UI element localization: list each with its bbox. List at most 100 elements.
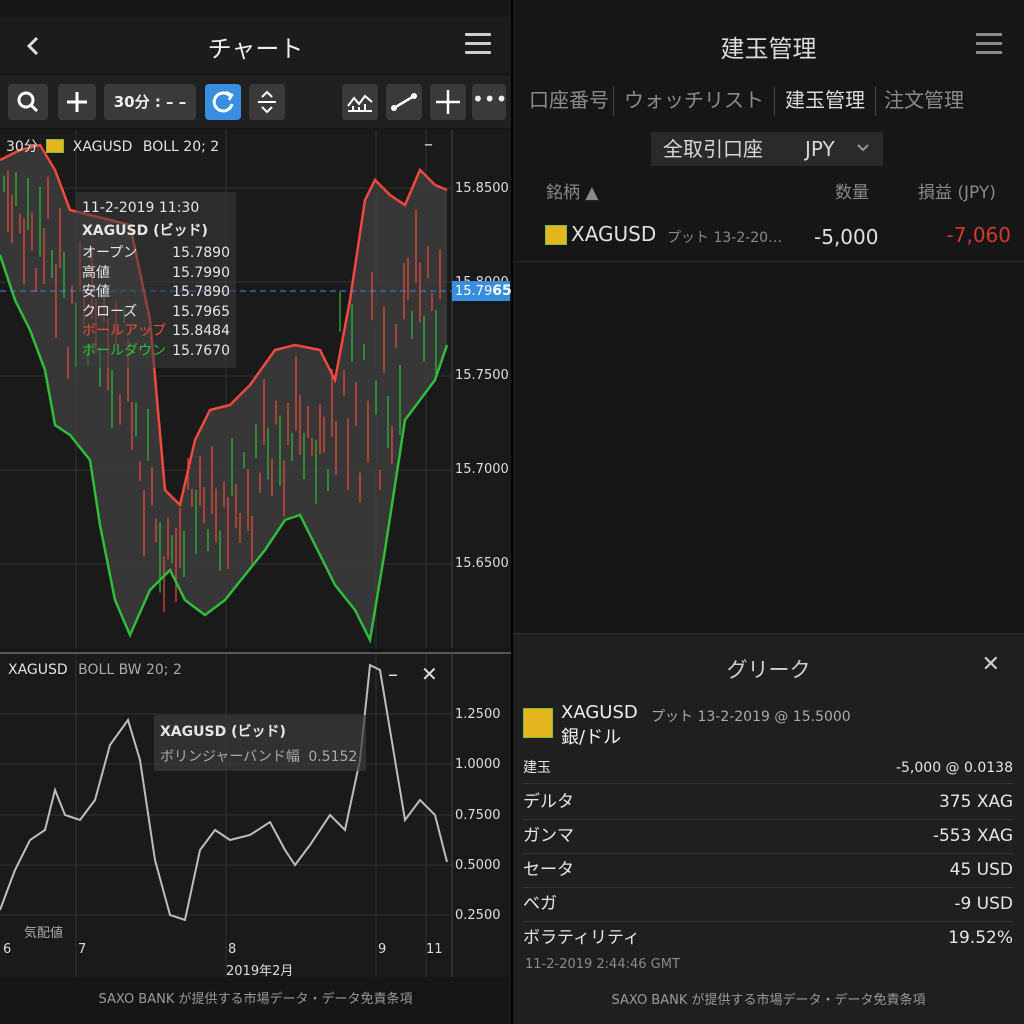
position-desc: プット 13-2-20…: [667, 230, 783, 246]
hamburger-line: [465, 42, 491, 45]
tab-orders[interactable]: 注文管理: [876, 86, 968, 116]
x-tick-label: 11: [426, 942, 443, 957]
hamburger-icon: [976, 33, 1002, 36]
hamburger-icon: [465, 33, 491, 36]
x-month-label: 2019年2月: [226, 964, 294, 979]
tooltip-row: オープン 15.7890: [82, 244, 230, 264]
indicator-chart-canvas[interactable]: [0, 652, 511, 977]
position-quantity: -5,000: [814, 225, 879, 249]
hamburger-line: [976, 51, 1002, 54]
indicator-chart-icon: [347, 94, 373, 112]
greek-label: ベガ: [523, 894, 557, 914]
draw-line-button[interactable]: [386, 84, 422, 120]
greek-value: -553 XAG: [932, 826, 1013, 846]
greek-label: セータ: [523, 860, 574, 880]
close-greeks-button[interactable]: ✕: [982, 652, 1000, 677]
indicator-name: BOLL BW 20; 2: [78, 662, 182, 678]
positions-topbar: 建玉管理: [513, 17, 1024, 73]
menu-button[interactable]: [976, 33, 1002, 55]
tooltip-datetime: 11-2-2019 11:30: [82, 200, 200, 216]
close-indicator-button[interactable]: ✕: [421, 662, 438, 686]
plus-icon: [67, 92, 87, 112]
split-arrows-icon: [258, 90, 276, 114]
chart-header: 30分 XAGUSD BOLL 20; 2: [6, 136, 219, 156]
indicator-label: 1.0000: [455, 757, 501, 772]
indicators-button[interactable]: [342, 84, 378, 120]
greek-value: 45 USD: [949, 860, 1013, 880]
current-price-suffix: 65: [492, 283, 511, 299]
tooltip-value: 15.7990: [172, 264, 230, 281]
refresh-button[interactable]: [205, 84, 241, 120]
chart-toolbar: 30分 : – – •••: [0, 76, 511, 128]
indicator-label: 1.2500: [455, 707, 501, 722]
greek-row-vega: ベガ -9 USD: [523, 888, 1013, 922]
indicator-symbol: XAGUSD: [8, 662, 68, 678]
collapse-chart-button[interactable]: –: [424, 134, 433, 155]
indicator-label: 0.7500: [455, 808, 501, 823]
search-button[interactable]: [8, 84, 48, 120]
greeks-timestamp: 11-2-2019 2:44:46 GMT: [525, 957, 680, 972]
compare-button[interactable]: [249, 84, 285, 120]
price-label: 15.7500: [455, 368, 509, 383]
x-tick-label: 9: [378, 942, 387, 957]
indicator-header: XAGUSD BOLL BW 20; 2: [8, 662, 182, 678]
greek-row-theta: セータ 45 USD: [523, 854, 1013, 888]
ohlc-tooltip: 11-2-2019 11:30 XAGUSD (ビッド) オープン 15.7890…: [76, 192, 236, 368]
tab-account[interactable]: 口座番号: [525, 86, 614, 116]
tab-positions[interactable]: 建玉管理: [775, 86, 876, 116]
account-label: 全取引口座: [663, 137, 763, 161]
greek-row-position: 建玉 -5,000 @ 0.0138: [523, 756, 1013, 784]
hamburger-line: [465, 51, 491, 54]
column-header-symbol[interactable]: 銘柄 ▲: [546, 178, 598, 203]
indicator-tooltip: XAGUSD (ビッド) ボリンジャーバンド幅 0.5152: [154, 715, 366, 771]
price-label: 15.8500: [455, 181, 509, 196]
greek-label: デルタ: [523, 792, 574, 812]
indicator-label: 0.2500: [455, 908, 501, 923]
chevron-down-icon: [855, 131, 871, 178]
page-title: チャート: [207, 35, 304, 63]
greeks-name: 銀/ドル: [561, 727, 622, 748]
disclaimer-link[interactable]: SAXO BANK が提供する市場データ・データ免責条項: [513, 989, 1024, 1008]
tooltip-label: 安値: [82, 284, 110, 300]
tooltip-label: ボールダウン: [82, 342, 166, 359]
indicator-tooltip-value: 0.5152: [308, 749, 358, 765]
instrument-icon: [545, 225, 567, 245]
tooltip-label: ボールアップ: [82, 323, 166, 339]
column-header-quantity[interactable]: 数量: [835, 178, 869, 203]
x-tick-label: 7: [78, 942, 87, 957]
refresh-icon: [212, 90, 234, 113]
greeks-symbol: XAGUSD: [561, 702, 638, 723]
chart-indicator: BOLL 20; 2: [142, 139, 220, 155]
indicator-tooltip-title: XAGUSD (ビッド): [160, 724, 286, 740]
timeframe-button[interactable]: 30分 : – –: [104, 84, 196, 120]
tab-watchlist[interactable]: ウォッチリスト: [614, 86, 775, 116]
greek-row-volatility: ボラティリティ 19.52%: [523, 922, 1013, 956]
collapse-indicator-button[interactable]: –: [388, 662, 398, 686]
indicator-chart[interactable]: [0, 652, 511, 977]
crosshair-button[interactable]: [430, 84, 466, 120]
greek-value: -5,000 @ 0.0138: [895, 760, 1013, 776]
greek-label: ボラティリティ: [523, 928, 640, 948]
current-price-badge: 15.7965: [452, 281, 511, 301]
page-title: 建玉管理: [720, 35, 817, 63]
positions-screen: 建玉管理 口座番号 ウォッチリスト 建玉管理 注文管理 全取引口座 JPY 銘柄…: [513, 0, 1024, 1024]
chart-screen: チャート 30分 : – – ••• 30分 XAGUSD BOLL 20; 2…: [0, 0, 511, 1024]
hamburger-line: [976, 42, 1002, 45]
chart-topbar: チャート: [0, 17, 511, 73]
position-row[interactable]: XAGUSD プット 13-2-20… -5,000 -7,060: [513, 210, 1024, 262]
tooltip-value: 15.7670: [172, 342, 230, 359]
disclaimer-link[interactable]: SAXO BANK が提供する市場データ・データ免責条項: [0, 988, 511, 1007]
tooltip-row: 安値 15.7890: [82, 283, 230, 303]
search-icon: [17, 91, 39, 113]
position-pnl: -7,060: [946, 223, 1011, 247]
tooltip-label: クローズ: [82, 303, 138, 320]
bandwidth-line: [0, 663, 448, 922]
price-label: 15.7000: [455, 462, 509, 477]
column-header-pnl[interactable]: 損益 (JPY): [918, 178, 996, 203]
add-button[interactable]: [58, 84, 96, 120]
timeframe-tag: 30分: [6, 139, 38, 155]
account-selector[interactable]: 全取引口座 JPY: [651, 132, 883, 166]
more-button[interactable]: •••: [472, 84, 507, 120]
tooltip-value: 15.7890: [172, 245, 230, 261]
menu-button[interactable]: [465, 33, 491, 55]
